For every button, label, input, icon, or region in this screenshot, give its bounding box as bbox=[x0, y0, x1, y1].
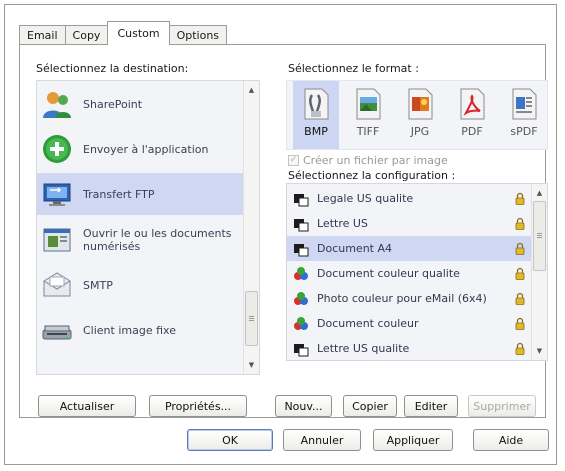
tab-custom-label: Custom bbox=[117, 27, 160, 40]
lock-icon bbox=[515, 342, 525, 355]
bmp-format-icon bbox=[304, 88, 329, 120]
lock-icon bbox=[515, 317, 525, 330]
tab-copy[interactable]: Copy bbox=[64, 25, 109, 45]
open-documents-icon bbox=[43, 228, 71, 252]
configuration-item[interactable]: Lettre US qualite bbox=[287, 336, 531, 360]
custom-tab-panel: Sélectionnez la destination: SharePoint … bbox=[19, 44, 548, 418]
configuration-scrollbar[interactable]: ▲ ▼ bbox=[531, 184, 547, 360]
tab-bar: Email Copy Custom Options bbox=[19, 21, 228, 45]
configuration-item[interactable]: Document couleur bbox=[287, 311, 531, 336]
scroll-up-arrow-icon[interactable]: ▲ bbox=[244, 83, 259, 97]
configuration-item-label: Document A4 bbox=[317, 242, 393, 255]
destination-item-send-to-application[interactable]: Envoyer à l'application bbox=[37, 128, 243, 170]
format-list[interactable]: BMP TIFF JPG PDF sPDF bbox=[286, 80, 548, 150]
smtp-icon bbox=[43, 272, 71, 297]
format-pdf-label: PDF bbox=[461, 125, 483, 138]
copy-configuration-button[interactable]: Copier bbox=[343, 395, 397, 417]
lock-icon bbox=[515, 242, 525, 255]
tab-options[interactable]: Options bbox=[168, 25, 228, 45]
lock-icon bbox=[515, 267, 525, 280]
format-tiff-label: TIFF bbox=[356, 125, 380, 138]
ok-button[interactable]: OK bbox=[187, 429, 273, 451]
pdf-format-icon bbox=[460, 88, 485, 120]
spdf-format-icon bbox=[512, 88, 537, 120]
bw-document-icon bbox=[294, 243, 309, 256]
format-tiff[interactable]: TIFF bbox=[345, 81, 391, 149]
configuration-item[interactable]: Document A4 bbox=[287, 236, 531, 261]
color-document-icon bbox=[294, 291, 308, 305]
destination-item-label: SMTP bbox=[83, 278, 113, 292]
format-bmp-label: BMP bbox=[304, 125, 328, 138]
lock-icon bbox=[515, 217, 525, 230]
destination-item-sharepoint[interactable]: SharePoint bbox=[37, 83, 243, 125]
tiff-format-icon bbox=[356, 88, 381, 120]
destination-item-label: Envoyer à l'application bbox=[83, 142, 209, 156]
one-file-per-image-option: ✓ Créer un fichier par image bbox=[288, 154, 448, 167]
destination-item-label: Client image fixe bbox=[83, 323, 176, 337]
apply-button[interactable]: Appliquer bbox=[373, 429, 453, 451]
bw-document-icon bbox=[294, 193, 309, 206]
destination-item-smtp[interactable]: SMTP bbox=[37, 264, 243, 306]
send-to-application-icon bbox=[43, 135, 71, 163]
format-heading: Sélectionnez le format : bbox=[288, 62, 419, 75]
tab-email-label: Email bbox=[27, 29, 58, 42]
configuration-heading: Sélectionnez la configuration : bbox=[288, 169, 456, 182]
destination-item-still-image-client[interactable]: Client image fixe bbox=[37, 309, 243, 351]
delete-configuration-button[interactable]: Supprimer bbox=[468, 395, 536, 417]
tab-email[interactable]: Email bbox=[19, 25, 66, 45]
configuration-item-label: Document couleur qualite bbox=[317, 267, 460, 280]
configuration-list[interactable]: Legale US qualite Lettre US Document A4 … bbox=[286, 183, 548, 361]
color-document-icon bbox=[294, 316, 308, 330]
destination-item-label: Ouvrir le ou les documents numérisés bbox=[83, 227, 232, 253]
ftp-transfer-icon bbox=[43, 183, 71, 206]
edit-configuration-button[interactable]: Editer bbox=[404, 395, 458, 417]
configuration-item-label: Lettre US bbox=[317, 217, 368, 230]
help-button[interactable]: Aide bbox=[473, 429, 549, 451]
destination-list[interactable]: SharePoint Envoyer à l'application Trans… bbox=[36, 80, 260, 375]
format-pdf[interactable]: PDF bbox=[449, 81, 495, 149]
format-jpg-label: JPG bbox=[410, 125, 430, 138]
new-configuration-button[interactable]: Nouv... bbox=[275, 395, 332, 417]
tab-options-label: Options bbox=[176, 29, 220, 42]
destination-scrollbar[interactable]: ▲ ▼ bbox=[243, 81, 259, 374]
one-file-per-image-label: Créer un fichier par image bbox=[303, 154, 448, 167]
one-file-per-image-checkbox[interactable]: ✓ bbox=[288, 155, 299, 166]
configuration-item[interactable]: Lettre US bbox=[287, 211, 531, 236]
still-image-client-icon bbox=[42, 325, 72, 340]
scan-configuration-dialog: Email Copy Custom Options Sélectionnez l… bbox=[4, 4, 557, 465]
configuration-scroll-thumb[interactable] bbox=[533, 201, 546, 271]
configuration-item-label: Legale US qualite bbox=[317, 192, 414, 205]
properties-button[interactable]: Propriétés... bbox=[149, 395, 247, 417]
refresh-button[interactable]: Actualiser bbox=[38, 395, 136, 417]
destination-scroll-thumb[interactable] bbox=[245, 291, 258, 346]
destination-item-label: Transfert FTP bbox=[83, 187, 155, 201]
scroll-up-arrow-icon[interactable]: ▲ bbox=[532, 186, 547, 200]
tab-copy-label: Copy bbox=[72, 29, 101, 42]
bw-document-icon bbox=[294, 343, 309, 356]
scroll-down-arrow-icon[interactable]: ▼ bbox=[532, 344, 547, 358]
configuration-item-label: Document couleur bbox=[317, 317, 419, 330]
destination-item-label: SharePoint bbox=[83, 97, 143, 111]
sharepoint-icon bbox=[43, 92, 71, 118]
format-bmp[interactable]: BMP bbox=[293, 81, 339, 149]
format-jpg[interactable]: JPG bbox=[397, 81, 443, 149]
tab-custom[interactable]: Custom bbox=[107, 21, 170, 45]
lock-icon bbox=[515, 292, 525, 305]
destination-heading: Sélectionnez la destination: bbox=[36, 62, 189, 75]
cancel-button[interactable]: Annuler bbox=[283, 429, 361, 451]
color-document-icon bbox=[294, 266, 308, 280]
bw-document-icon bbox=[294, 218, 309, 231]
configuration-item-label: Lettre US qualite bbox=[317, 342, 410, 355]
lock-icon bbox=[515, 192, 525, 205]
scroll-down-arrow-icon[interactable]: ▼ bbox=[244, 358, 259, 372]
configuration-item[interactable]: Legale US qualite bbox=[287, 186, 531, 211]
format-spdf-label: sPDF bbox=[510, 125, 538, 138]
configuration-item-label: Photo couleur pour eMail (6x4) bbox=[317, 292, 487, 305]
destination-item-ftp-transfer[interactable]: Transfert FTP bbox=[37, 173, 243, 215]
configuration-item[interactable]: Photo couleur pour eMail (6x4) bbox=[287, 286, 531, 311]
destination-item-open-documents[interactable]: Ouvrir le ou les documents numérisés bbox=[37, 219, 243, 261]
format-spdf[interactable]: sPDF bbox=[501, 81, 547, 149]
jpg-format-icon bbox=[408, 88, 433, 120]
configuration-item[interactable]: Document couleur qualite bbox=[287, 261, 531, 286]
